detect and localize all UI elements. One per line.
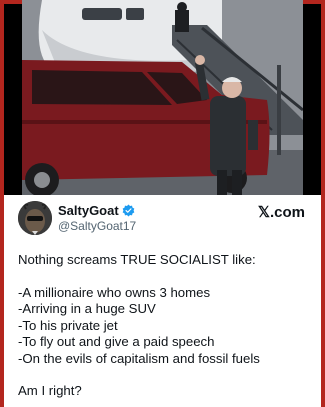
tweet-closing: Am I right?: [18, 383, 82, 398]
x-brand-logo: 𝕏.com: [257, 204, 305, 221]
tweet-bullet: -On the evils of capitalism and fossil f…: [18, 350, 260, 366]
author-display-name[interactable]: SaltyGoat: [58, 203, 119, 218]
author-handle[interactable]: @SaltyGoat17: [58, 219, 136, 233]
tweet-bullet: -To his private jet: [18, 317, 118, 333]
tweet-bullet: -To fly out and give a paid speech: [18, 334, 215, 349]
goat-avatar[interactable]: [18, 201, 52, 235]
airport-scene-image: [22, 0, 303, 195]
verified-badge-icon: [122, 204, 135, 217]
tweet-bullet: -Arriving in a huge SUV: [18, 301, 156, 316]
tweet-body: Nothing screams TRUE SOCIALIST like: -A …: [18, 252, 308, 400]
tweet-card[interactable]: SaltyGoat @SaltyGoat17 𝕏.com Nothing scr…: [4, 195, 321, 407]
post-photo[interactable]: [22, 0, 303, 195]
author-name-row: SaltyGoat: [58, 203, 135, 218]
tweet-bullet: -A millionaire who owns 3 homes: [18, 284, 211, 300]
goat-avatar-icon: [18, 201, 52, 235]
tweet-headline: Nothing screams TRUE SOCIALIST like:: [18, 252, 256, 267]
